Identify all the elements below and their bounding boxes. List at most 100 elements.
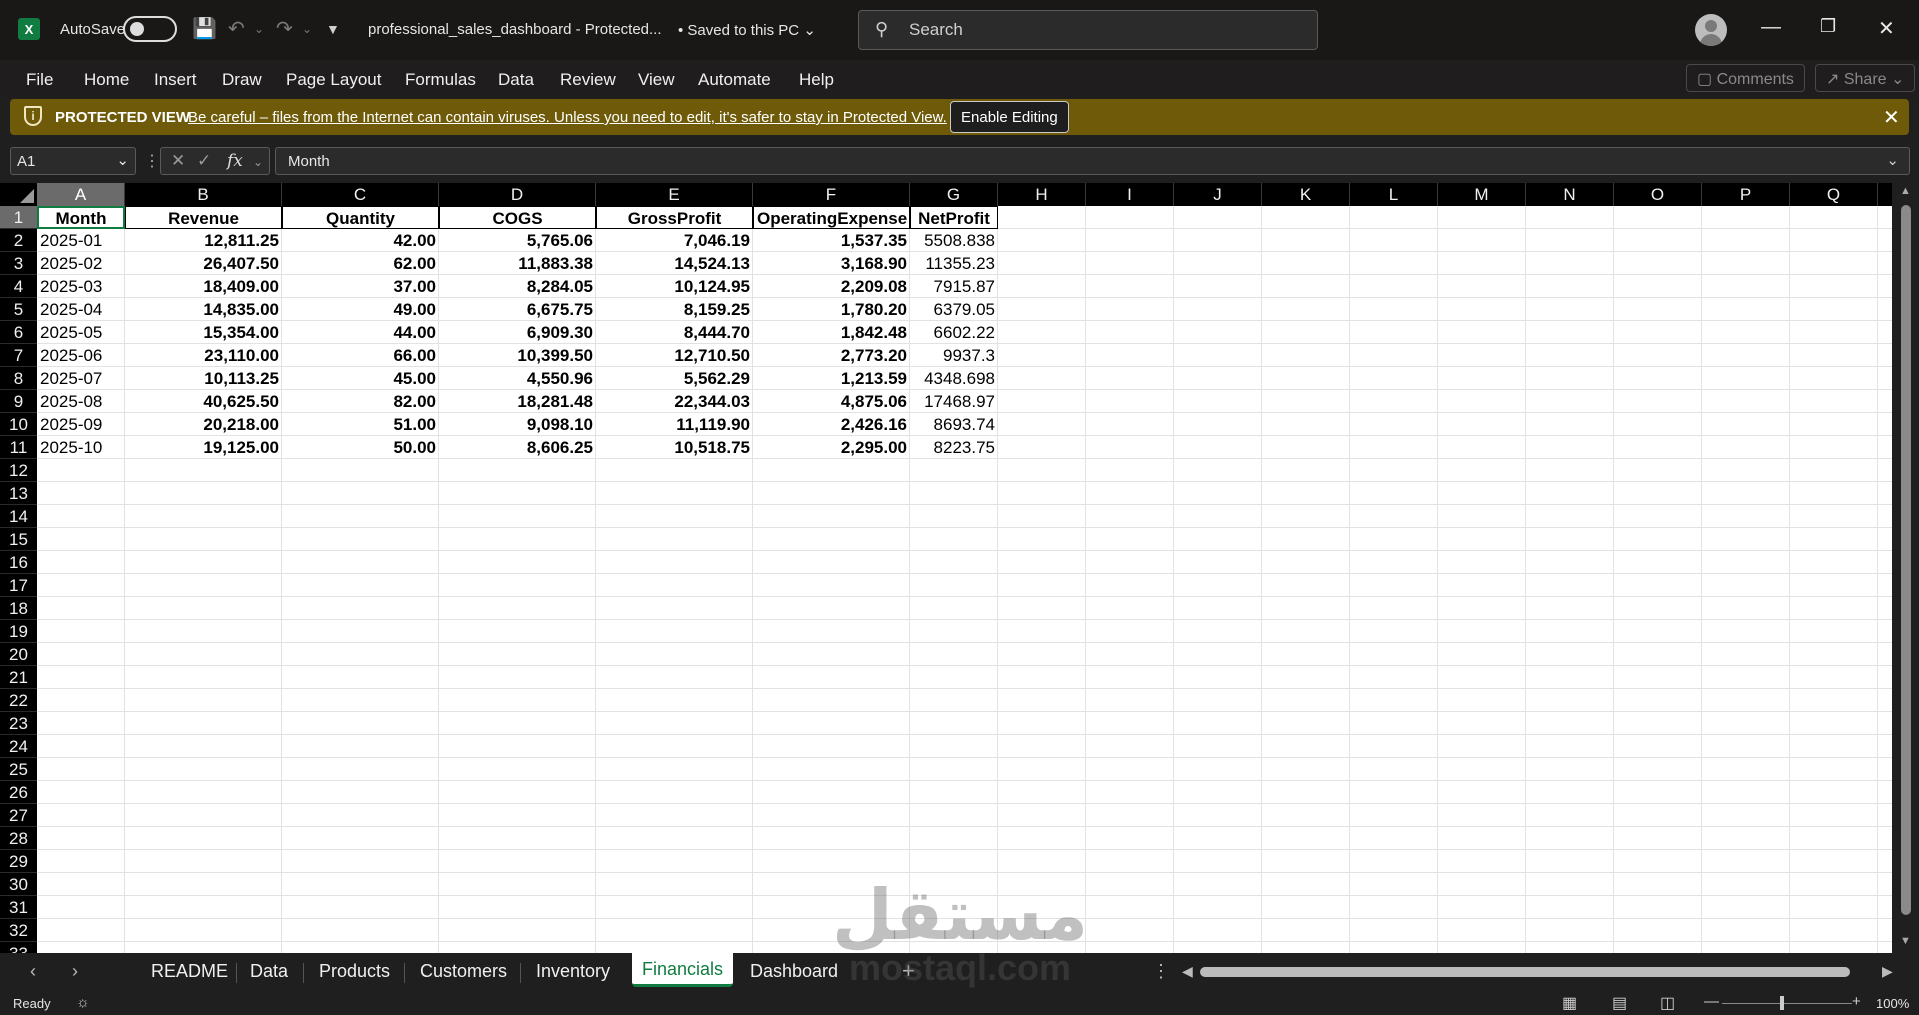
data-cell[interactable]: 10,399.50 — [439, 344, 596, 367]
column-header-j[interactable]: J — [1174, 183, 1262, 206]
data-cell[interactable]: 23,110.00 — [125, 344, 282, 367]
row-header[interactable]: 32 — [0, 919, 37, 942]
header-cell[interactable]: Month — [37, 206, 125, 229]
row-header[interactable]: 15 — [0, 528, 37, 551]
column-header-n[interactable]: N — [1526, 183, 1614, 206]
data-cell[interactable]: 10,124.95 — [596, 275, 753, 298]
protected-view-message[interactable]: Be careful – files from the Internet can… — [188, 109, 947, 126]
data-cell[interactable]: 4348.698 — [910, 367, 998, 390]
comments-button[interactable]: ▢ Comments — [1686, 64, 1805, 92]
row-header[interactable]: 28 — [0, 827, 37, 850]
data-cell[interactable]: 62.00 — [282, 252, 439, 275]
normal-view-icon[interactable]: ▦ — [1562, 993, 1577, 1013]
header-cell[interactable]: Revenue — [125, 206, 282, 229]
chevron-left-icon[interactable]: ‹ — [30, 961, 36, 982]
data-cell[interactable]: 2,773.20 — [753, 344, 910, 367]
data-cell[interactable]: 2,209.08 — [753, 275, 910, 298]
column-header-q[interactable]: Q — [1790, 183, 1878, 206]
data-cell[interactable]: 1,780.20 — [753, 298, 910, 321]
column-header-o[interactable]: O — [1614, 183, 1702, 206]
menu-view[interactable]: View — [638, 70, 675, 90]
menu-home[interactable]: Home — [84, 70, 129, 90]
data-cell[interactable]: 22,344.03 — [596, 390, 753, 413]
row-header[interactable]: 3 — [0, 252, 37, 275]
account-avatar[interactable] — [1695, 14, 1727, 46]
scrollbar-thumb[interactable] — [1901, 205, 1911, 915]
row-header[interactable]: 8 — [0, 367, 37, 390]
data-cell[interactable]: 2,426.16 — [753, 413, 910, 436]
data-cell[interactable]: 2025-01 — [37, 229, 125, 252]
data-cell[interactable]: 2025-02 — [37, 252, 125, 275]
row-header[interactable]: 29 — [0, 850, 37, 873]
expand-formula-bar-icon[interactable]: ⌄ — [1886, 151, 1899, 169]
page-layout-view-icon[interactable]: ▤ — [1612, 993, 1627, 1013]
column-header-d[interactable]: D — [439, 183, 596, 206]
chevron-down-icon[interactable]: ⌄ — [253, 155, 263, 169]
data-cell[interactable]: 66.00 — [282, 344, 439, 367]
data-cell[interactable]: 10,113.25 — [125, 367, 282, 390]
row-header[interactable]: 10 — [0, 413, 37, 436]
header-cell[interactable]: Quantity — [282, 206, 439, 229]
data-cell[interactable]: 37.00 — [282, 275, 439, 298]
close-icon[interactable]: ✕ — [1883, 105, 1900, 130]
data-cell[interactable]: 5,765.06 — [439, 229, 596, 252]
more-options-icon[interactable]: ⋮ — [144, 151, 160, 171]
enable-editing-button[interactable]: Enable Editing — [950, 101, 1069, 133]
column-header-e[interactable]: E — [596, 183, 753, 206]
scroll-up-icon[interactable]: ▲ — [1900, 185, 1911, 197]
data-cell[interactable]: 12,811.25 — [125, 229, 282, 252]
data-cell[interactable]: 8693.74 — [910, 413, 998, 436]
row-header[interactable]: 24 — [0, 735, 37, 758]
zoom-slider-thumb[interactable] — [1780, 996, 1784, 1010]
menu-automate[interactable]: Automate — [698, 70, 771, 90]
minimize-icon[interactable]: — — [1761, 16, 1781, 39]
column-header-k[interactable]: K — [1262, 183, 1350, 206]
save-icon[interactable]: 💾 — [192, 16, 217, 41]
row-header[interactable]: 18 — [0, 597, 37, 620]
data-cell[interactable]: 11,883.38 — [439, 252, 596, 275]
menu-insert[interactable]: Insert — [154, 70, 197, 90]
chevron-right-icon[interactable]: › — [72, 961, 78, 982]
header-cell[interactable]: COGS — [439, 206, 596, 229]
data-cell[interactable]: 10,518.75 — [596, 436, 753, 459]
data-cell[interactable]: 2025-06 — [37, 344, 125, 367]
data-cell[interactable]: 51.00 — [282, 413, 439, 436]
row-header[interactable]: 14 — [0, 505, 37, 528]
row-header[interactable]: 30 — [0, 873, 37, 896]
data-cell[interactable]: 6602.22 — [910, 321, 998, 344]
menu-file[interactable]: File — [26, 70, 53, 90]
data-cell[interactable]: 20,218.00 — [125, 413, 282, 436]
data-cell[interactable]: 18,409.00 — [125, 275, 282, 298]
search-box[interactable]: ⚲ — [858, 10, 1318, 50]
data-cell[interactable]: 1,537.35 — [753, 229, 910, 252]
row-header[interactable]: 11 — [0, 436, 37, 459]
data-cell[interactable]: 82.00 — [282, 390, 439, 413]
data-cell[interactable]: 7915.87 — [910, 275, 998, 298]
data-cell[interactable]: 2025-08 — [37, 390, 125, 413]
menu-data[interactable]: Data — [498, 70, 534, 90]
data-cell[interactable]: 50.00 — [282, 436, 439, 459]
more-options-icon[interactable]: ⋮ — [1152, 961, 1170, 982]
data-cell[interactable]: 1,842.48 — [753, 321, 910, 344]
data-cell[interactable]: 8,444.70 — [596, 321, 753, 344]
row-header[interactable]: 13 — [0, 482, 37, 505]
data-cell[interactable]: 26,407.50 — [125, 252, 282, 275]
data-cell[interactable]: 11,119.90 — [596, 413, 753, 436]
data-cell[interactable]: 2025-03 — [37, 275, 125, 298]
row-header[interactable]: 7 — [0, 344, 37, 367]
row-header[interactable]: 22 — [0, 689, 37, 712]
data-cell[interactable]: 14,835.00 — [125, 298, 282, 321]
header-cell[interactable]: NetProfit — [910, 206, 998, 229]
column-header-b[interactable]: B — [125, 183, 282, 206]
zoom-out-icon[interactable]: — — [1704, 993, 1719, 1010]
data-cell[interactable]: 49.00 — [282, 298, 439, 321]
search-input[interactable] — [909, 19, 1289, 41]
menu-page-layout[interactable]: Page Layout — [286, 70, 381, 90]
data-cell[interactable]: 3,168.90 — [753, 252, 910, 275]
sheet-tab-products[interactable]: Products — [319, 961, 390, 982]
data-cell[interactable]: 40,625.50 — [125, 390, 282, 413]
row-header[interactable]: 31 — [0, 896, 37, 919]
scroll-right-icon[interactable]: ▶ — [1882, 963, 1893, 980]
data-cell[interactable]: 18,281.48 — [439, 390, 596, 413]
row-header[interactable]: 4 — [0, 275, 37, 298]
